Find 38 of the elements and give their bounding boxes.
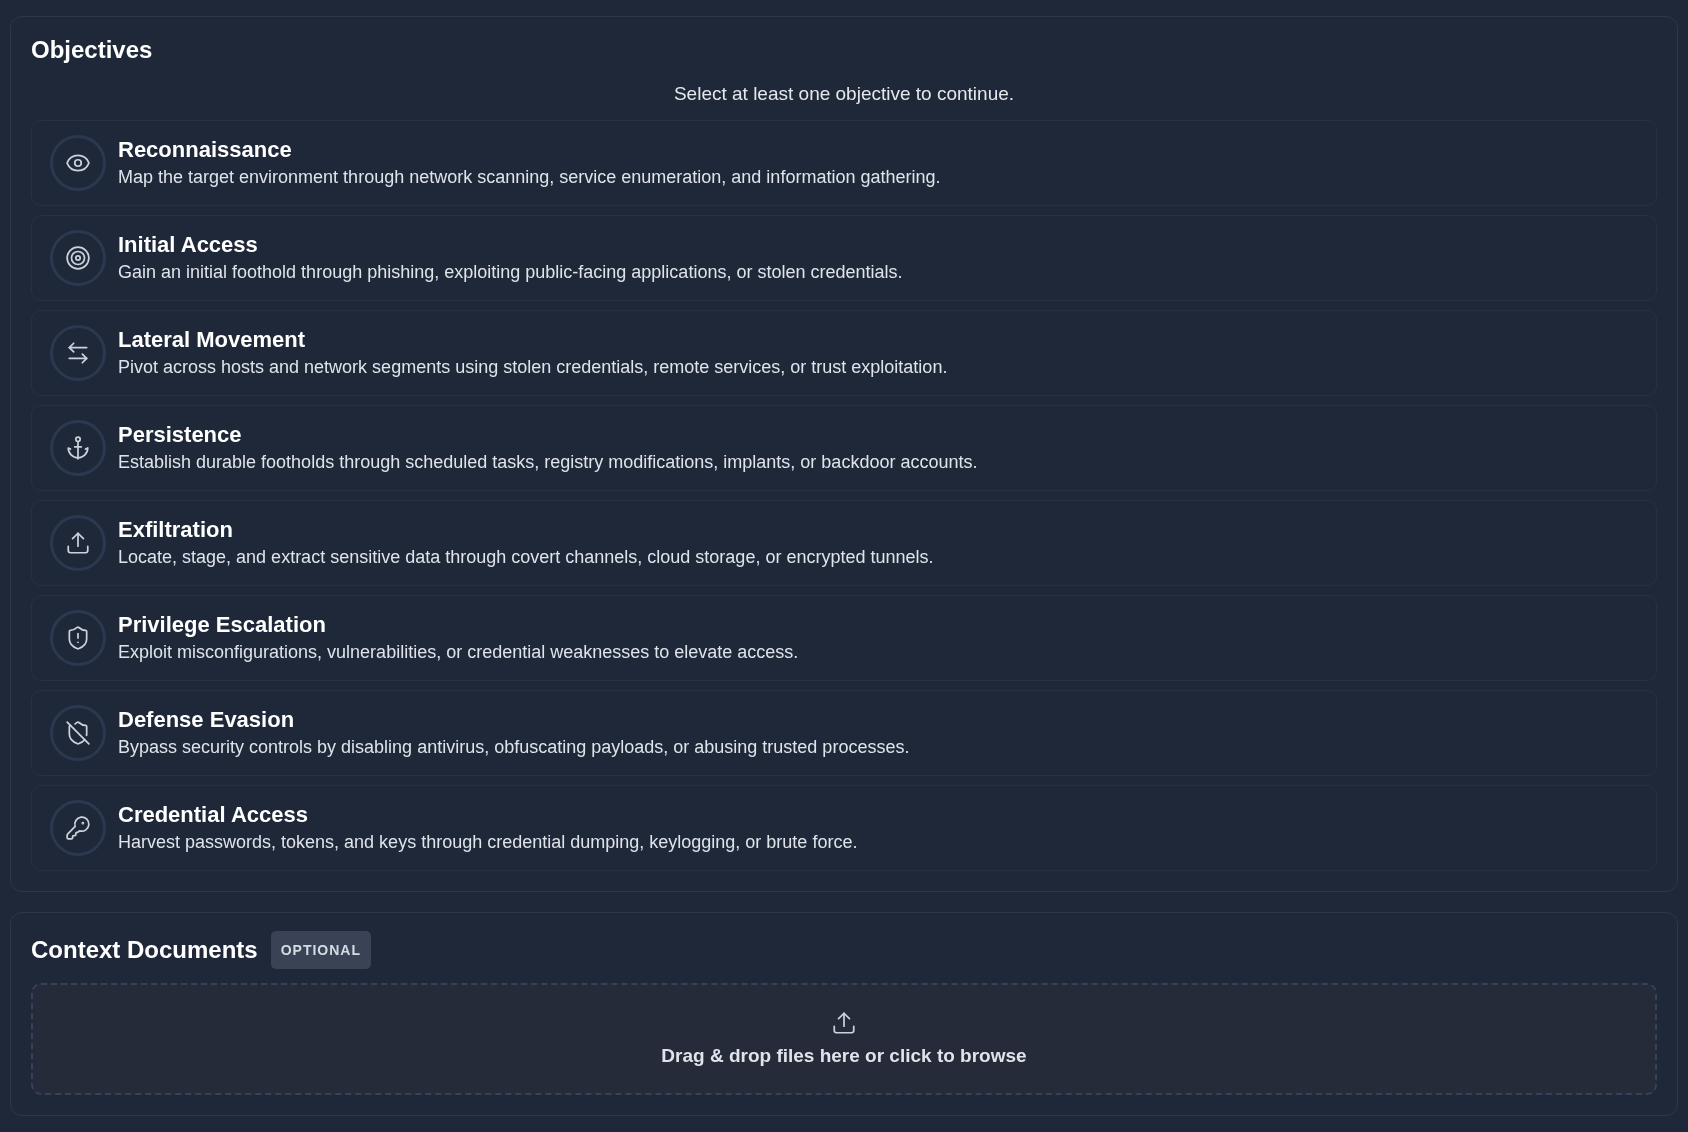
arrows-icon (65, 340, 91, 366)
objective-description: Gain an initial foothold through phishing, exploiting public-facing applications, or stolen credentials. (118, 261, 903, 284)
objective-title: Privilege Escalation (118, 611, 327, 639)
objective-card[interactable]: Defense Evasion Bypass security controls by disabling antivirus, obfuscating payloads, or abusing trusted processes. (31, 690, 1657, 776)
objective-card[interactable]: Initial Access Gain an initial foothold through phishing, exploiting public-facing applications, or stolen credentials. (31, 215, 1657, 301)
key-icon (65, 815, 91, 841)
shield-alert-icon (65, 625, 91, 651)
upload-icon (65, 530, 91, 556)
objective-card[interactable]: Persistence Establish durable footholds through scheduled tasks, registry modifications, implants, or backdoor accounts. (31, 405, 1657, 491)
section-title: Objectives (31, 35, 153, 65)
objective-card[interactable]: Credential Access Harvest passwords, tokens, and keys through credential dumping, keylogging, or brute force. (31, 785, 1657, 871)
optional-badge: OPTIONAL (270, 931, 372, 969)
shield-off-icon (65, 720, 91, 746)
hint-text: Select at least one objective to continue. (673, 82, 1015, 106)
objective-title: Lateral Movement (118, 326, 307, 354)
objective-description: Establish durable footholds through scheduled tasks, registry modifications, implants, or backdoor accounts. (118, 451, 978, 474)
anchor-icon (65, 435, 91, 461)
target-icon (65, 245, 91, 271)
dropzone-label: Drag & drop files here or click to browse (661, 1044, 1027, 1068)
objective-title: Reconnaissance (118, 136, 293, 164)
objective-description: Exploit misconfigurations, vulnerabilities, or credential weaknesses to elevate access. (118, 641, 799, 664)
objective-description: Pivot across hosts and network segments using stolen credentials, remote services, or trust exploitation. (118, 356, 948, 379)
objective-card[interactable]: Lateral Movement Pivot across hosts and network segments using stolen credentials, remote services, or trust exploitation. (31, 310, 1657, 396)
objective-card[interactable]: Exfiltration Locate, stage, and extract sensitive data through covert channels, cloud storage, or encrypted tunnels. (31, 500, 1657, 586)
objective-title: Defense Evasion (118, 706, 296, 734)
objective-card[interactable]: Privilege Escalation Exploit misconfigurations, vulnerabilities, or credential weaknesses to elevate access. (31, 595, 1657, 681)
file-dropzone[interactable]: Drag & drop files here or click to browse (31, 983, 1657, 1095)
objective-title: Credential Access (118, 801, 309, 829)
objective-description: Harvest passwords, tokens, and keys through credential dumping, keylogging, or brute force. (118, 831, 858, 854)
objective-card[interactable]: Reconnaissance Map the target environment through network scanning, service enumeration, and information gathering. (31, 120, 1657, 206)
section-title: Context Documents (31, 935, 258, 965)
upload-icon (831, 1010, 857, 1036)
objective-description: Map the target environment through network scanning, service enumeration, and information gathering. (118, 166, 941, 189)
objective-title: Persistence (118, 421, 243, 449)
objective-title: Exfiltration (118, 516, 234, 544)
objective-description: Bypass security controls by disabling antivirus, obfuscating payloads, or abusing trusted processes. (118, 736, 910, 759)
objective-title: Initial Access (118, 231, 259, 259)
objective-description: Locate, stage, and extract sensitive data through covert channels, cloud storage, or encrypted tunnels. (118, 546, 934, 569)
